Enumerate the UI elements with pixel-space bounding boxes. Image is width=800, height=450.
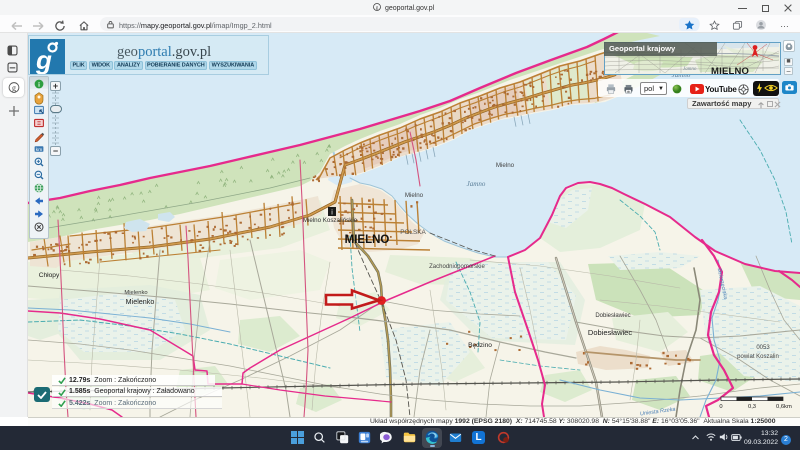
svg-text:0,3: 0,3 [748,404,756,410]
svg-text:0,6km: 0,6km [776,404,792,410]
svg-text:0: 0 [719,404,722,410]
svg-text:Chłopy: Chłopy [39,272,60,279]
svg-text:km: km [36,147,42,153]
svg-text:Mielno Koszalińskie: Mielno Koszalińskie [303,217,358,224]
svg-text:MIELNO: MIELNO [345,234,390,246]
svg-text:Dobiesławiec: Dobiesławiec [588,328,632,337]
svg-text:POLSKA: POLSKA [400,229,426,236]
svg-text:powiat Koszalin: powiat Koszalin [737,354,779,360]
svg-text:g: g [35,45,52,74]
svg-text:Będzino: Będzino [468,342,492,349]
svg-text:Dobiesławiec: Dobiesławiec [595,313,630,319]
svg-text:Mielno: Mielno [405,192,424,199]
svg-text:i: i [38,81,40,88]
svg-text:Jamno: Jamno [467,180,486,188]
svg-text:ab: ab [627,89,631,93]
svg-text:g: g [12,83,16,92]
svg-text:Jamno: Jamno [683,67,697,72]
svg-text:Mielno: Mielno [496,162,515,169]
svg-text:Mielenko: Mielenko [126,297,155,306]
svg-text:Mielenko: Mielenko [124,290,147,296]
svg-text:Zachodniopomorskie: Zachodniopomorskie [429,264,485,270]
svg-text:0053: 0053 [756,345,770,351]
